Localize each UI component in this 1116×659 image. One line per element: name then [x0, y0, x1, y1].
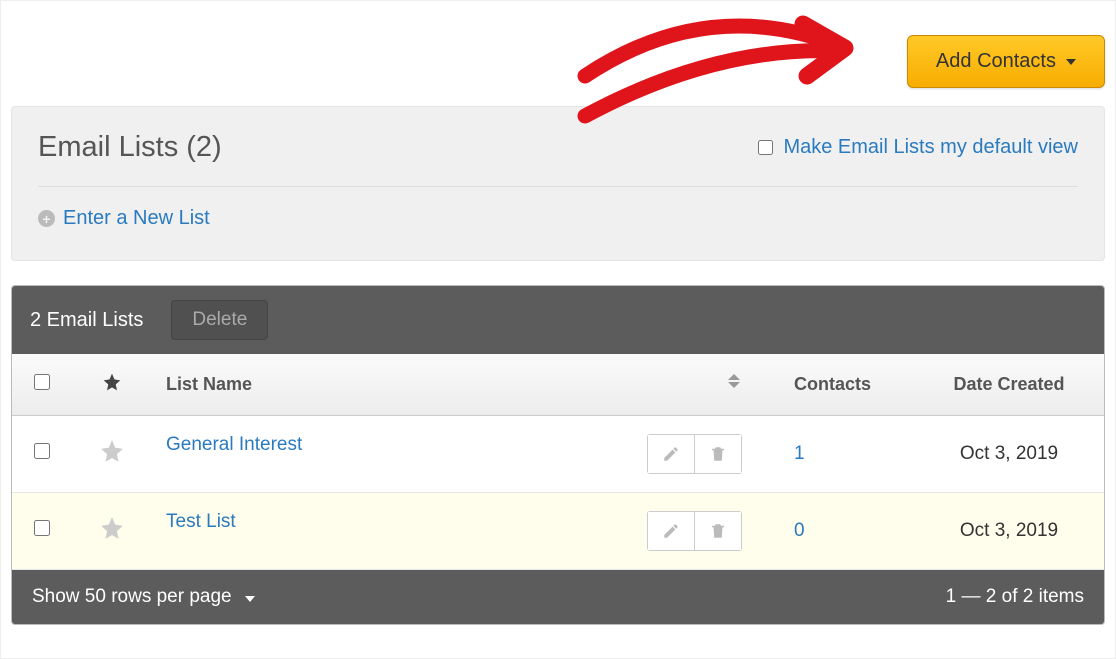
pencil-icon: [662, 445, 680, 463]
edit-button[interactable]: [648, 512, 694, 550]
plus-circle-icon: +: [38, 210, 55, 227]
trash-icon: [709, 522, 727, 540]
enter-new-list-link[interactable]: + Enter a New List: [38, 207, 210, 230]
caret-down-icon: [1066, 59, 1076, 65]
table-toolbar: 2 Email Lists Delete: [12, 286, 1104, 354]
select-all-checkbox[interactable]: [34, 374, 50, 390]
add-contacts-button[interactable]: Add Contacts: [907, 35, 1105, 88]
default-view-link[interactable]: Make Email Lists my default view: [783, 136, 1078, 159]
sort-icon: [728, 374, 740, 388]
delete-button[interactable]: Delete: [171, 300, 268, 340]
rows-per-page-select[interactable]: Show 50 rows per page: [32, 586, 255, 608]
add-contacts-label: Add Contacts: [936, 50, 1056, 73]
delete-row-button[interactable]: [694, 435, 741, 473]
star-icon[interactable]: [99, 448, 125, 469]
col-header-contacts[interactable]: Contacts: [764, 354, 914, 416]
table-count-label: 2 Email Lists: [30, 309, 143, 332]
row-actions: [647, 434, 742, 474]
col-header-name[interactable]: List Name: [152, 354, 764, 416]
table-row: General Interest 1 Oct 3, 2019: [12, 416, 1104, 493]
row-actions: [647, 511, 742, 551]
star-icon: [102, 376, 122, 396]
table-row: Test List 0 Oct 3, 2019: [12, 493, 1104, 570]
row-checkbox[interactable]: [34, 520, 50, 536]
caret-down-icon: [245, 596, 255, 602]
panel-title: Email Lists (2): [38, 131, 222, 164]
contacts-count[interactable]: 1: [794, 443, 805, 464]
delete-row-button[interactable]: [694, 512, 741, 550]
contacts-count[interactable]: 0: [794, 520, 805, 541]
pagination-summary: 1 — 2 of 2 items: [946, 586, 1084, 608]
default-view-checkbox[interactable]: [758, 140, 773, 155]
row-checkbox[interactable]: [34, 443, 50, 459]
col-header-date[interactable]: Date Created: [914, 354, 1104, 416]
list-name-link[interactable]: Test List: [166, 511, 236, 532]
list-name-link[interactable]: General Interest: [166, 434, 302, 455]
edit-button[interactable]: [648, 435, 694, 473]
col-header-star: [72, 354, 152, 416]
table-footer: Show 50 rows per page 1 — 2 of 2 items: [12, 570, 1104, 624]
email-lists-panel: Email Lists (2) Make Email Lists my defa…: [11, 106, 1105, 261]
pencil-icon: [662, 522, 680, 540]
date-created: Oct 3, 2019: [914, 493, 1104, 570]
star-icon[interactable]: [99, 525, 125, 546]
trash-icon: [709, 445, 727, 463]
date-created: Oct 3, 2019: [914, 416, 1104, 493]
email-lists-table: 2 Email Lists Delete List Name Contacts: [11, 285, 1105, 625]
enter-new-list-label: Enter a New List: [63, 207, 210, 230]
col-header-checkbox: [12, 354, 72, 416]
